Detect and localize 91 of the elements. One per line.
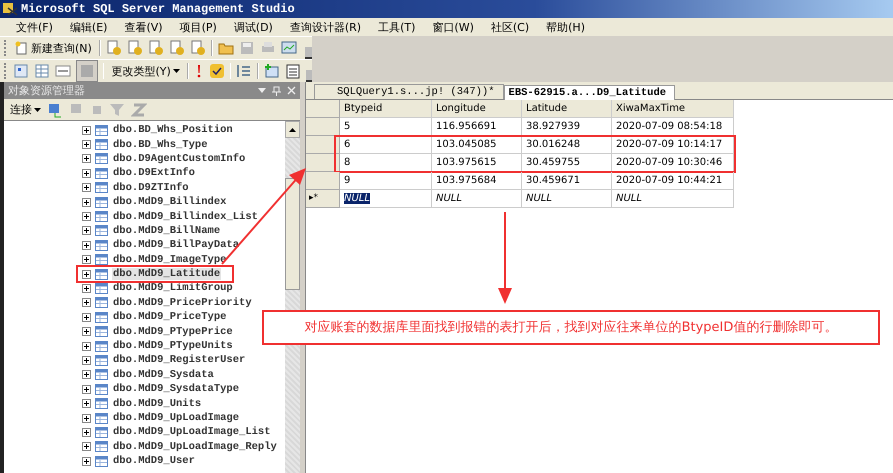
table-node[interactable]: dbo.MdD9_Units xyxy=(112,398,202,410)
table-node[interactable]: dbo.MdD9_UpLoadImage_Reply xyxy=(112,440,278,453)
tree-item[interactable]: dbo.MdD9_SysdataType xyxy=(78,382,244,396)
table-node[interactable]: dbo.MdD9_PriceType xyxy=(112,311,228,324)
table-cell[interactable]: 2020-07-09 08:54:18 xyxy=(612,118,734,136)
table-node[interactable]: dbo.MdD9_PTypeUnits xyxy=(112,340,234,352)
tree-item[interactable]: dbo.MdD9_PTypePrice xyxy=(78,324,238,339)
tree-item[interactable]: dbo.MdD9_LimitGroup xyxy=(78,281,238,296)
table-cell[interactable]: 8 xyxy=(340,154,432,172)
table-row[interactable]: 9 103.975684 30.459671 2020-07-09 10:44:21 xyxy=(306,172,734,190)
table-cell[interactable]: 30.459755 xyxy=(522,154,612,172)
menu-item[interactable]: 文件(F) xyxy=(16,20,53,34)
table-cell[interactable]: NULL xyxy=(522,190,612,208)
table-node[interactable]: dbo.MdD9_PricePriority xyxy=(112,296,253,309)
document-tab[interactable]: EBS-62915.a...D9_Latitude xyxy=(504,85,676,100)
tree-item[interactable]: dbo.BD_Whs_Type xyxy=(78,137,213,152)
new-row-marker[interactable]: ▸* xyxy=(306,190,340,208)
window-title: Microsoft SQL Server Management Studio xyxy=(21,2,295,16)
table-cell[interactable]: 30.016248 xyxy=(522,136,612,154)
table-node[interactable]: dbo.MdD9_LimitGroup xyxy=(112,282,234,294)
table-row[interactable]: 5 116.956691 38.927939 2020-07-09 08:54:18 xyxy=(306,118,734,136)
tree-item[interactable]: dbo.D9ZTInfo xyxy=(78,180,194,195)
table-node[interactable]: dbo.MdD9_Latitude xyxy=(112,268,222,280)
table-cell[interactable]: NULL xyxy=(432,190,522,208)
table-node[interactable]: dbo.MdD9_UpLoadImage_List xyxy=(112,426,272,438)
menu-item[interactable]: 调试(D) xyxy=(234,20,273,34)
table-node[interactable]: dbo.MdD9_Billindex_List xyxy=(112,210,259,223)
new-query-button[interactable]: 新建查询(N) xyxy=(13,40,94,56)
tree-item[interactable]: dbo.D9AgentCustomInfo xyxy=(78,152,250,166)
table-cell[interactable]: 116.956691 xyxy=(432,118,522,136)
document-tab[interactable]: SQLQuery1.s...jp! (347))* xyxy=(314,84,504,99)
panel-title: 对象资源管理器 xyxy=(8,83,85,98)
table-cell[interactable]: 5 xyxy=(340,118,432,136)
table-node[interactable]: dbo.MdD9_Billindex xyxy=(112,196,228,208)
tree-item[interactable]: dbo.MdD9_UpLoadImage xyxy=(78,410,244,426)
table-node[interactable]: dbo.MdD9_UpLoadImage xyxy=(112,412,240,424)
table-node[interactable]: dbo.BD_Whs_Position xyxy=(112,124,234,136)
tree-item[interactable]: dbo.MdD9_PriceType xyxy=(78,310,232,324)
table-cell[interactable]: 2020-07-09 10:14:17 xyxy=(612,136,734,154)
table-node[interactable]: dbo.D9AgentCustomInfo xyxy=(112,152,246,165)
menu-item[interactable]: 查看(V) xyxy=(124,20,163,34)
column-header[interactable]: XiwaMaxTime xyxy=(612,100,734,118)
table-node[interactable]: dbo.BD_Whs_Type xyxy=(112,138,209,151)
menu-item[interactable]: 项目(P) xyxy=(180,20,217,34)
annotation-text: 对应账套的数据库里面找到报错的表打开后，找到对应往来单位的BtypeID值的行删除即可。 xyxy=(262,310,880,345)
table-node[interactable]: dbo.D9ZTInfo xyxy=(112,182,190,194)
table-node[interactable]: dbo.D9ExtInfo xyxy=(112,167,196,180)
tree-item[interactable]: dbo.MdD9_Billindex_List xyxy=(78,209,263,224)
column-header[interactable]: Longitude xyxy=(432,100,522,118)
table-node[interactable]: dbo.MdD9_User xyxy=(112,455,196,468)
menu-item[interactable]: 查询设计器(R) xyxy=(290,20,362,34)
menu-item[interactable]: 窗口(W) xyxy=(432,20,474,34)
menu-item[interactable]: 工具(T) xyxy=(378,20,416,34)
menu-item[interactable]: 帮助(H) xyxy=(546,20,585,34)
table-cell[interactable]: 103.045085 xyxy=(432,136,522,154)
table-cell[interactable]: 30.459671 xyxy=(522,172,612,190)
column-header[interactable]: Latitude xyxy=(522,100,612,118)
table-cell[interactable]: 2020-07-09 10:44:21 xyxy=(612,172,734,190)
tree-item[interactable]: dbo.MdD9_Latitude xyxy=(78,266,232,282)
table-row[interactable]: 6 103.045085 30.016248 2020-07-09 10:14:17 xyxy=(306,136,734,154)
table-cell[interactable]: 103.975615 xyxy=(432,154,522,172)
table-node[interactable]: dbo.MdD9_PTypePrice xyxy=(112,326,234,338)
tree-item[interactable]: dbo.D9ExtInfo xyxy=(78,166,200,181)
tree-item[interactable]: dbo.MdD9_Sysdata xyxy=(78,368,219,382)
column-header[interactable]: Btypeid xyxy=(340,100,432,118)
table-node[interactable]: dbo.MdD9_RegisterUser xyxy=(112,354,246,366)
tree-item[interactable]: dbo.MdD9_User xyxy=(78,454,200,468)
tree-item[interactable]: dbo.MdD9_RegisterUser xyxy=(78,353,250,368)
menu-item[interactable]: 社区(C) xyxy=(490,20,530,34)
table-cell[interactable]: NULL xyxy=(612,190,734,208)
table-node[interactable]: dbo.MdD9_BillName xyxy=(112,224,222,237)
table-cell[interactable]: 9 xyxy=(340,172,432,190)
tree-item[interactable]: dbo.MdD9_PricePriority xyxy=(78,296,257,310)
tree-item[interactable]: dbo.BD_Whs_Position xyxy=(78,123,238,138)
tree-item[interactable]: dbo.MdD9_Billindex xyxy=(78,194,232,210)
change-type-button[interactable]: 更改类型(Y) xyxy=(109,64,182,78)
table-cell[interactable]: 2020-07-09 10:30:46 xyxy=(612,154,734,172)
connect-button[interactable]: 连接 xyxy=(10,102,41,117)
table-cell[interactable]: NULL xyxy=(340,190,432,208)
table-node[interactable]: dbo.MdD9_SysdataType xyxy=(112,383,240,396)
tree-item[interactable]: dbo.MdD9_Units xyxy=(78,396,206,411)
tree-item[interactable]: dbo.MdD9_BillName xyxy=(78,224,226,238)
table-cell[interactable]: 6 xyxy=(340,136,432,154)
table-cell[interactable]: 38.927939 xyxy=(522,118,612,136)
tree-item[interactable]: dbo.MdD9_UpLoadImage_List xyxy=(78,425,276,440)
table-node[interactable]: dbo.MdD9_Sysdata xyxy=(112,368,215,381)
menu-item[interactable]: 编辑(E) xyxy=(70,20,108,34)
tree-item[interactable]: dbo.MdD9_UpLoadImage_Reply xyxy=(78,440,282,454)
tree-item[interactable]: dbo.MdD9_PTypeUnits xyxy=(78,338,238,354)
table-cell[interactable]: 103.975684 xyxy=(432,172,522,190)
table-row[interactable]: 8 103.975615 30.459755 2020-07-09 10:30:46 xyxy=(306,154,734,172)
